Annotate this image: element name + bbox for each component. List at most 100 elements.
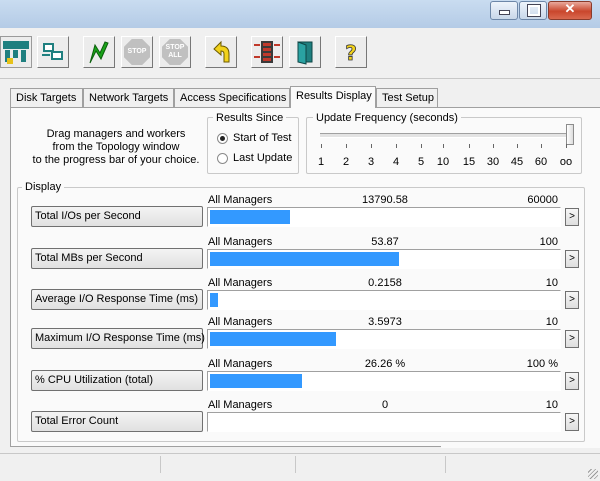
close-icon: ✕ (564, 1, 576, 16)
expand-arrow-button[interactable]: > (565, 208, 579, 226)
maximize-icon (527, 4, 541, 17)
disconnect-button[interactable] (251, 36, 283, 68)
green-flag-icon (89, 41, 109, 64)
frequency-tick-mark (493, 144, 494, 148)
progress-bar-maximum-i-o-response-time-ms[interactable] (207, 329, 561, 349)
frequency-tick-mark (321, 144, 322, 148)
radio-selected-dot (220, 136, 225, 141)
radio-last-update-label[interactable]: Last Update (233, 152, 292, 164)
metric-button-total-mbs-per-second[interactable]: Total MBs per Second (31, 248, 203, 269)
status-segment (295, 456, 296, 473)
help-button[interactable]: ? (335, 36, 367, 68)
resize-grip[interactable] (588, 469, 598, 479)
row-current-value: 0.2158 (368, 277, 402, 289)
frequency-slider-track[interactable] (320, 133, 570, 138)
row-current-value: 0 (381, 399, 389, 411)
new-manager-button[interactable] (37, 36, 69, 68)
question-mark-icon: ? (345, 41, 357, 65)
progress-bar-cpu-utilization-total[interactable] (207, 371, 561, 391)
reset-button[interactable] (205, 36, 237, 68)
tab-results-display[interactable]: Results Display (290, 86, 376, 108)
row-manager-label: All Managers (208, 277, 273, 289)
frequency-tick-mark (371, 144, 372, 148)
expand-arrow-button[interactable]: > (565, 291, 579, 309)
hint-line-2: from the Topology window (52, 141, 180, 153)
progress-bar-total-mbs-per-second[interactable] (207, 249, 561, 269)
update-frequency-title: Update Frequency (seconds) (313, 112, 461, 124)
tab-network-targets[interactable]: Network Targets (83, 88, 174, 107)
stop-label: STOP (127, 48, 147, 55)
radio-start-of-test-label[interactable]: Start of Test (233, 132, 292, 144)
row-manager-label: All Managers (208, 236, 273, 248)
row-max-value: 10 (545, 399, 558, 411)
exit-button[interactable] (289, 36, 321, 68)
row-max-value: 100 % (526, 358, 558, 370)
row-manager-label: All Managers (208, 316, 273, 328)
progress-bar-total-i-os-per-second[interactable] (207, 207, 561, 227)
computers-icon (42, 43, 63, 60)
expand-arrow-button[interactable]: > (565, 250, 579, 268)
yellow-arrow-icon (213, 40, 230, 63)
progress-bar-total-error-count[interactable] (207, 412, 561, 432)
status-segment (160, 456, 161, 473)
network-topology-icon (3, 41, 29, 64)
frequency-tick-mark (541, 144, 542, 148)
minimize-icon (499, 10, 510, 15)
row-current-value: 3.5973 (368, 316, 402, 328)
progress-bar-average-i-o-response-time-ms[interactable] (207, 290, 561, 310)
row-current-value: 26.26 % (364, 358, 406, 370)
radio-start-of-test[interactable] (217, 133, 228, 144)
frequency-tick-mark (469, 144, 470, 148)
metric-button-total-i-os-per-second[interactable]: Total I/Os per Second (31, 206, 203, 227)
metric-button-maximum-i-o-response-time-ms[interactable]: Maximum I/O Response Time (ms) (31, 328, 205, 349)
expand-arrow-button[interactable]: > (565, 330, 579, 348)
tab-access-specifications[interactable]: Access Specifications (174, 88, 290, 107)
frequency-slider-thumb[interactable] (566, 124, 574, 145)
progress-fill (210, 374, 302, 388)
switches-icon (254, 41, 280, 63)
stop-all-sign-icon: STOP ALL (162, 39, 188, 65)
drag-hint: Drag managers and workers from the Topol… (22, 128, 210, 167)
display-title: Display (22, 181, 65, 193)
radio-last-update[interactable] (217, 153, 228, 164)
status-segment (445, 456, 446, 473)
maximize-button[interactable] (519, 1, 547, 20)
close-button[interactable]: ✕ (548, 1, 592, 20)
tab-test-setup[interactable]: Test Setup (376, 88, 438, 107)
stop-all-label-2: ALL (168, 52, 182, 59)
results-since-group (207, 117, 299, 174)
progress-fill (210, 252, 399, 266)
metric-button-total-error-count[interactable]: Total Error Count (31, 411, 203, 432)
topology-button[interactable] (0, 36, 32, 68)
stop-sign-icon: STOP (124, 39, 150, 65)
row-manager-label: All Managers (208, 194, 273, 206)
svg-text:?: ? (345, 41, 357, 65)
frequency-tick-label: oo (559, 156, 573, 168)
row-max-value: 100 (539, 236, 558, 248)
expand-arrow-button[interactable]: > (565, 372, 579, 390)
metric-button-average-i-o-response-time-ms[interactable]: Average I/O Response Time (ms) (31, 289, 203, 310)
status-bar (0, 453, 600, 481)
frequency-tick-mark (396, 144, 397, 148)
stop-all-button[interactable]: STOP ALL (159, 36, 191, 68)
progress-fill (210, 210, 290, 224)
minimize-button[interactable] (490, 1, 518, 20)
frequency-tick-mark (517, 144, 518, 148)
results-since-title: Results Since (213, 112, 287, 124)
frequency-tick-mark (346, 144, 347, 148)
hint-line-1: Drag managers and workers (46, 128, 186, 140)
start-button[interactable] (83, 36, 115, 68)
frequency-tick-mark (421, 144, 422, 148)
stop-button[interactable]: STOP (121, 36, 153, 68)
row-manager-label: All Managers (208, 358, 273, 370)
metric-button-cpu-utilization-total[interactable]: % CPU Utilization (total) (31, 370, 203, 391)
expand-arrow-button[interactable]: > (565, 413, 579, 431)
row-max-value: 60000 (527, 194, 558, 206)
frequency-tick-mark (566, 144, 567, 148)
toolbar: STOP STOP ALL ? (0, 30, 600, 79)
window-controls: ✕ (489, 1, 592, 20)
hint-line-3: to the progress bar of your choice. (32, 154, 200, 166)
tab-disk-targets[interactable]: Disk Targets (10, 88, 83, 107)
progress-fill (210, 293, 218, 307)
stop-all-label: STOP (165, 44, 185, 51)
